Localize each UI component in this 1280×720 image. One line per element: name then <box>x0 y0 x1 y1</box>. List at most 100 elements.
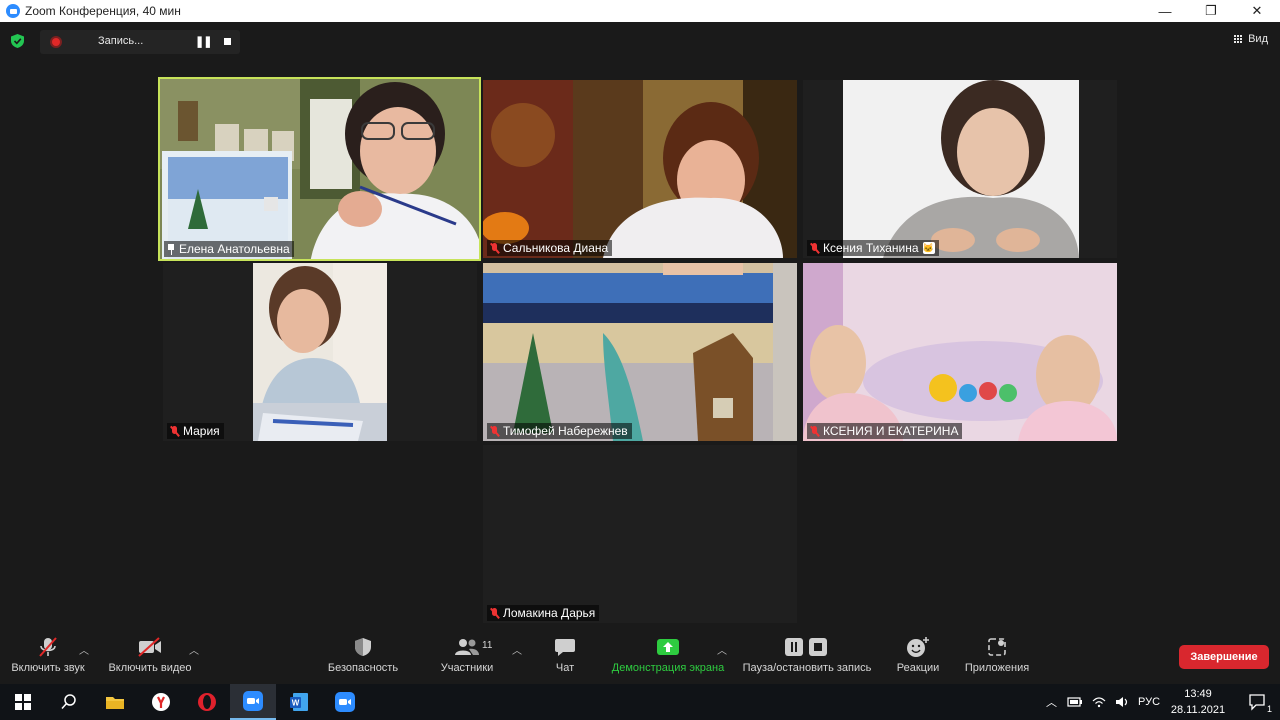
view-label: Вид <box>1248 33 1268 45</box>
taskbar-word[interactable]: W <box>276 684 322 720</box>
share-screen-label: Демонстрация экрана <box>611 662 725 674</box>
participant-name: Ломакина Дарья <box>503 606 596 620</box>
video-tile-maria[interactable]: Мария <box>163 263 477 441</box>
reactions-smiley-icon <box>907 637 929 657</box>
zoom-icon <box>335 692 355 712</box>
participant-name-tag: Ксения Тиханина 🐱 <box>807 240 939 256</box>
security-button[interactable]: Безопасность <box>326 632 400 684</box>
taskbar-yandex-browser[interactable] <box>138 684 184 720</box>
action-center-button[interactable]: 1 <box>1234 684 1280 720</box>
participant-name-tag: КСЕНИЯ И ЕКАТЕРИНА <box>807 423 963 439</box>
pause-stop-recording-button[interactable]: Пауза/остановить запись <box>739 632 875 684</box>
participant-name: КСЕНИЯ И ЕКАТЕРИНА <box>823 424 959 438</box>
participant-name-tag: Тимофей Набережнев <box>487 423 632 439</box>
muted-mic-icon <box>170 425 179 437</box>
encryption-shield-icon[interactable] <box>11 34 24 48</box>
participants-count: 11 <box>482 640 493 651</box>
security-label: Безопасность <box>327 662 399 674</box>
taskbar-zoom-active[interactable] <box>230 684 276 720</box>
participant-name: Мария <box>183 424 220 438</box>
start-button[interactable] <box>0 684 46 720</box>
unmute-label: Включить звук <box>11 662 85 674</box>
taskbar-zoom[interactable] <box>322 684 368 720</box>
muted-mic-icon <box>490 607 499 619</box>
notifications-icon <box>1249 694 1265 711</box>
stop-recording-icon[interactable] <box>224 38 231 45</box>
start-video-button[interactable]: Включить видео <box>106 632 194 684</box>
video-tile-timofey[interactable]: Тимофей Набережнев <box>483 263 797 441</box>
pin-icon <box>167 243 175 255</box>
recording-indicator: Запись... ❚❚ <box>40 30 240 54</box>
view-button[interactable]: Вид <box>1234 33 1268 45</box>
meeting-top-bar: Запись... ❚❚ Вид <box>0 22 1280 60</box>
minimize-button[interactable]: — <box>1142 0 1188 22</box>
battery-icon[interactable] <box>1067 696 1083 708</box>
video-feed-timofey <box>483 263 797 441</box>
notifications-count: 1 <box>1266 704 1272 714</box>
pause-stop-recording-label: Пауза/остановить запись <box>742 662 872 674</box>
wifi-icon[interactable] <box>1092 696 1106 708</box>
participant-name: Ксения Тиханина <box>823 241 919 255</box>
start-video-label: Включить видео <box>108 662 192 674</box>
muted-mic-icon <box>490 425 499 437</box>
muted-mic-icon <box>810 425 819 437</box>
end-meeting-button[interactable]: Завершение <box>1179 645 1269 669</box>
video-options-caret[interactable]: ︿ <box>189 642 199 657</box>
video-tile-diana[interactable]: Сальникова Диана <box>483 80 797 258</box>
zoom-app-icon <box>6 4 20 18</box>
svg-text:W: W <box>292 699 300 708</box>
yandex-browser-icon <box>152 693 170 711</box>
clock-time: 13:49 <box>1184 688 1212 700</box>
video-tile-elena[interactable]: Елена Анатольевна <box>158 77 481 261</box>
muted-microphone-icon <box>39 637 57 657</box>
video-tile-ksenia-t[interactable]: Ксения Тиханина 🐱 <box>803 80 1117 258</box>
volume-icon[interactable] <box>1115 696 1129 708</box>
apps-label: Приложения <box>964 662 1030 674</box>
pause-stop-recording-icon <box>785 638 827 656</box>
video-feed-maria <box>163 263 477 441</box>
share-screen-button[interactable]: Демонстрация экрана <box>608 632 728 684</box>
grid-view-icon <box>1234 34 1243 44</box>
pause-recording-icon[interactable]: ❚❚ <box>195 35 212 48</box>
video-tile-ksenia-ekaterina[interactable]: КСЕНИЯ И ЕКАТЕРИНА <box>803 263 1117 441</box>
participants-options-caret[interactable]: ︿ <box>512 642 522 657</box>
video-feed-ksenia-ekaterina <box>803 263 1117 441</box>
taskbar-search-button[interactable] <box>46 684 92 720</box>
window-controls: — ❐ ✕ <box>1142 0 1280 22</box>
input-language[interactable]: РУС <box>1138 696 1160 708</box>
record-dot-icon <box>50 36 62 48</box>
chat-button[interactable]: Чат <box>548 632 582 684</box>
share-options-caret[interactable]: ︿ <box>717 642 727 657</box>
apps-icon <box>988 638 1006 656</box>
recording-label: Запись... <box>98 35 144 47</box>
window-title-bar: Zoom Конференция, 40 мин — ❐ ✕ <box>0 0 1280 22</box>
video-tile-darya[interactable]: Ломакина Дарья <box>483 445 797 623</box>
reactions-button[interactable]: Реакции <box>893 632 943 684</box>
meeting-toolbar: Включить звук ︿ Включить видео ︿ Безопас… <box>0 632 1280 684</box>
participant-name: Тимофей Набережнев <box>503 424 628 438</box>
video-off-icon <box>138 637 161 657</box>
share-screen-arrow-icon <box>657 639 679 655</box>
close-button[interactable]: ✕ <box>1234 0 1280 22</box>
video-feed-ksenia-t <box>803 80 1117 258</box>
taskbar-clock[interactable]: 13:49 28.11.2021 <box>1168 686 1228 718</box>
video-feed-elena <box>160 79 479 259</box>
muted-mic-icon <box>490 242 499 254</box>
unmute-button[interactable]: Включить звук <box>8 632 88 684</box>
word-icon: W <box>290 693 308 711</box>
windows-taskbar: W ︿ РУС 13:49 28.11.2021 1 <box>0 684 1280 720</box>
opera-icon <box>198 693 216 711</box>
tray-overflow-chevron-icon[interactable]: ︿ <box>1046 694 1057 710</box>
taskbar-file-explorer[interactable] <box>92 684 138 720</box>
participant-name: Елена Анатольевна <box>179 242 290 256</box>
taskbar-opera[interactable] <box>184 684 230 720</box>
participant-name-tag: Ломакина Дарья <box>487 605 600 621</box>
reactions-label: Реакции <box>896 662 940 674</box>
audio-options-caret[interactable]: ︿ <box>79 642 89 657</box>
restore-button[interactable]: ❐ <box>1188 0 1234 22</box>
participant-name-tag: Мария <box>167 423 224 439</box>
apps-button[interactable]: Приложения <box>961 632 1033 684</box>
zoom-icon <box>243 691 263 711</box>
participants-label: Участники <box>440 662 494 674</box>
participants-icon <box>455 639 479 655</box>
